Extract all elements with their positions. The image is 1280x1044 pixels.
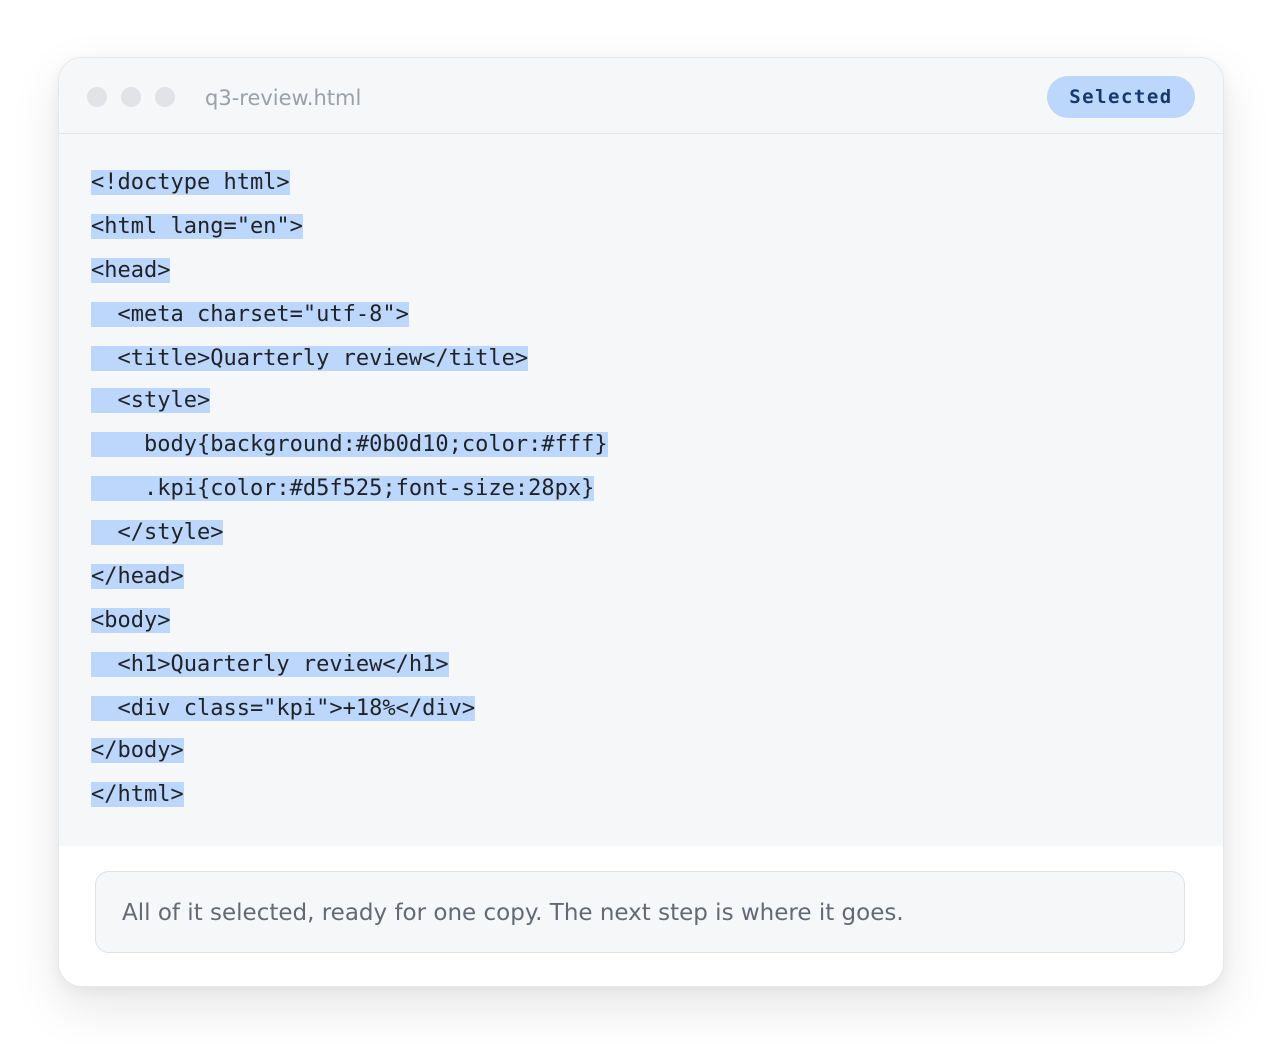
window-dot-icon[interactable] bbox=[121, 87, 141, 107]
code-line[interactable]: body{background:#0b0d10;color:#fff} bbox=[91, 432, 608, 458]
code-line[interactable]: <html lang="en"> bbox=[91, 214, 303, 240]
status-note: All of it selected, ready for one copy. … bbox=[95, 871, 1185, 953]
code-line[interactable]: .kpi{color:#d5f525;font-size:28px} bbox=[91, 476, 595, 502]
code-line[interactable]: </html> bbox=[91, 782, 184, 808]
file-name: q3-review.html bbox=[205, 86, 362, 110]
window-dot-icon[interactable] bbox=[87, 87, 107, 107]
code-line[interactable]: </body> bbox=[91, 738, 184, 764]
title-bar: q3-review.html Selected bbox=[59, 58, 1223, 134]
code-line[interactable]: <title>Quarterly review</title> bbox=[91, 346, 529, 372]
code-panel[interactable]: <!doctype html> <html lang="en"> <head> … bbox=[59, 134, 1223, 846]
status-note-text: All of it selected, ready for one copy. … bbox=[122, 900, 904, 926]
selected-badge: Selected bbox=[1047, 76, 1195, 118]
code-line[interactable]: <head> bbox=[91, 258, 171, 284]
code-line[interactable]: </head> bbox=[91, 564, 184, 590]
code-line[interactable]: <meta charset="utf-8"> bbox=[91, 302, 409, 328]
window-dot-icon[interactable] bbox=[155, 87, 175, 107]
code-line[interactable]: <style> bbox=[91, 388, 211, 414]
editor-window: q3-review.html Selected <!doctype html> … bbox=[58, 57, 1224, 987]
code-line[interactable]: <body> bbox=[91, 608, 171, 634]
code-line[interactable]: <!doctype html> bbox=[91, 170, 290, 196]
code-line[interactable]: </style> bbox=[91, 520, 224, 546]
code-line[interactable]: <h1>Quarterly review</h1> bbox=[91, 652, 449, 678]
footer: All of it selected, ready for one copy. … bbox=[59, 846, 1223, 986]
code-line[interactable]: <div class="kpi">+18%</div> bbox=[91, 696, 476, 722]
